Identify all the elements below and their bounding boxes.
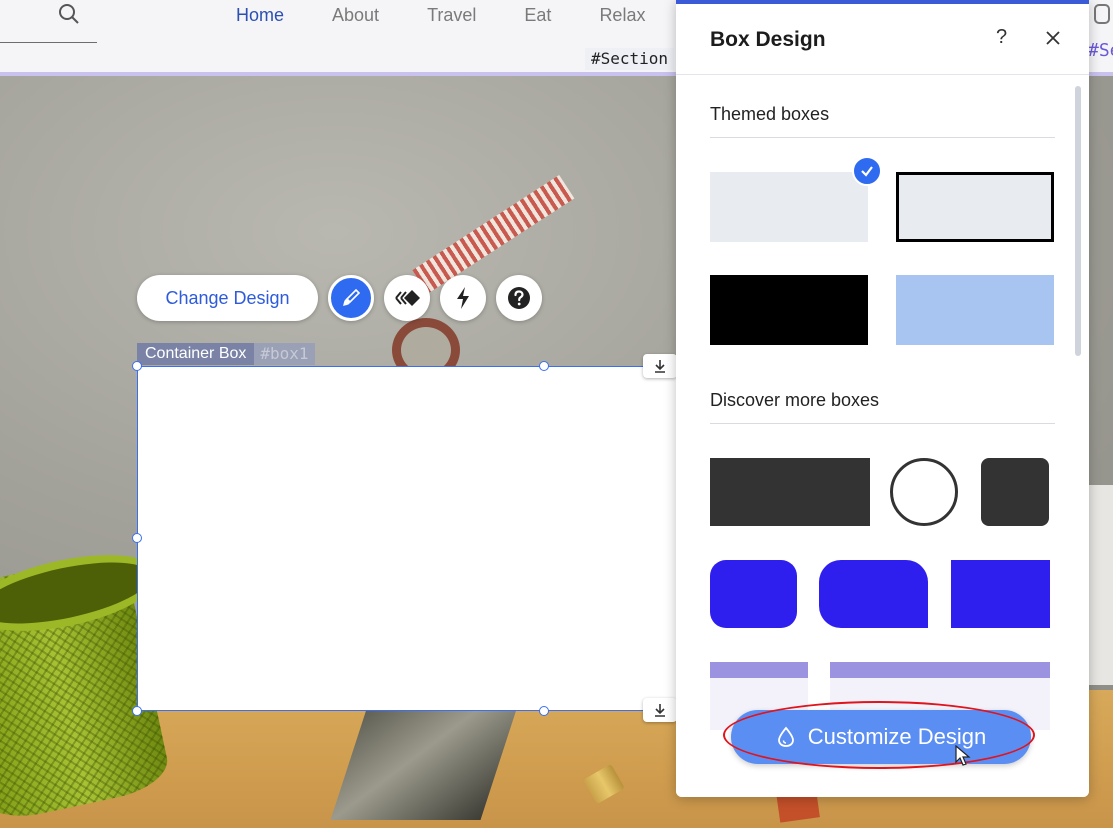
panel-close-button[interactable] [1042,28,1064,50]
selected-badge [852,156,882,186]
discover-swatch-circle[interactable] [890,458,958,526]
resize-handle-left[interactable] [132,533,142,543]
discover-swatch-blue-square[interactable] [951,560,1050,628]
panel-header: Box Design ? [676,4,1089,75]
resize-handle-bottom[interactable] [539,706,549,716]
section-tag: #Section [585,48,675,70]
section-tag-right: #Section [1088,40,1113,61]
panel-help-button[interactable]: ? [996,26,1007,49]
search-icon[interactable] [58,3,80,25]
stretch-bottom-button[interactable] [643,698,677,722]
customize-design-button[interactable]: Customize Design [731,710,1031,764]
container-box[interactable] [137,366,682,711]
download-icon [655,360,665,373]
nav-item-home[interactable]: Home [236,5,284,26]
element-type-label: Container Box [137,343,255,365]
element-label: Container Box #box1 [137,343,315,365]
paintbrush-icon [343,288,361,306]
discover-boxes-title: Discover more boxes [710,390,880,410]
checkmark-icon [861,166,873,177]
themed-divider [710,137,1055,138]
nav-item-travel[interactable]: Travel [427,5,476,26]
panel-title: Box Design [710,28,826,51]
instagram-icon[interactable] [1094,4,1110,24]
interactions-button[interactable] [440,275,486,321]
element-id-label: #box1 [254,343,315,365]
design-button[interactable] [328,275,374,321]
close-icon [1046,30,1060,45]
help-button[interactable] [496,275,542,321]
themed-swatch-outlined[interactable] [896,172,1054,242]
nav-item-about[interactable]: About [332,5,379,26]
themed-swatch-black[interactable] [710,275,868,345]
resize-handle-top-left[interactable] [132,361,142,371]
question-icon [508,287,530,309]
panel-bottom-fade [676,764,1089,797]
download-icon [655,704,665,717]
themed-swatch-light[interactable] [710,172,868,242]
discover-swatch-dark-rounded[interactable] [981,458,1049,526]
animation-icon [395,290,420,306]
drop-icon [777,726,794,747]
stretch-top-button[interactable] [643,354,677,378]
search-underline [0,42,97,43]
change-design-button[interactable]: Change Design [137,275,318,321]
discover-swatch-dark-rectangle[interactable] [710,458,870,526]
lightning-icon [457,287,469,309]
site-nav: Home About Travel Eat Relax [236,5,693,26]
panel-scrollbar[interactable] [1075,86,1081,356]
animation-button[interactable] [384,275,430,321]
discover-swatch-blue-rounded[interactable] [710,560,797,628]
discover-swatch-blue-tab[interactable] [819,560,928,628]
themed-boxes-title: Themed boxes [710,104,830,124]
themed-swatch-blue[interactable] [896,275,1054,345]
mouse-cursor-icon [955,745,971,766]
nav-item-eat[interactable]: Eat [524,5,551,26]
resize-handle-bottom-left[interactable] [132,706,142,716]
nav-item-relax[interactable]: Relax [599,5,645,26]
discover-divider [710,423,1055,424]
box-design-panel: Box Design ? Themed boxes Discover more … [676,0,1089,797]
resize-handle-top[interactable] [539,361,549,371]
